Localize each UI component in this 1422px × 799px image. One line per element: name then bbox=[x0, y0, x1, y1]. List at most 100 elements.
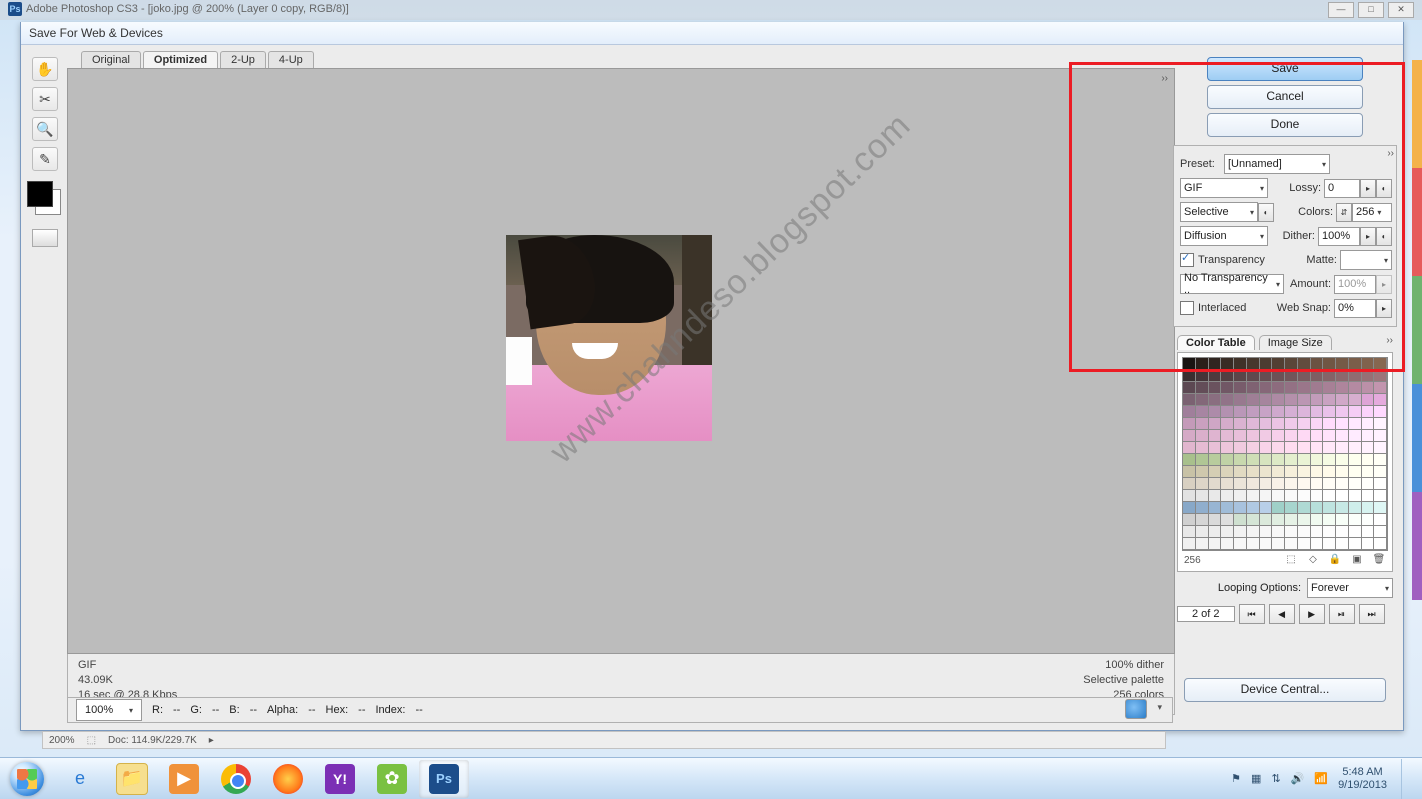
color-swatch-cell[interactable] bbox=[1336, 490, 1349, 502]
ct-snap-icon[interactable]: ⬚ bbox=[1284, 554, 1298, 566]
color-swatch-cell[interactable] bbox=[1183, 466, 1196, 478]
color-swatch-cell[interactable] bbox=[1374, 514, 1387, 526]
tab-4up[interactable]: 4-Up bbox=[268, 51, 314, 68]
play-button[interactable]: ▶ bbox=[1299, 604, 1325, 624]
color-swatch-cell[interactable] bbox=[1336, 502, 1349, 514]
color-table-grid[interactable] bbox=[1182, 357, 1388, 551]
dither-method-select[interactable]: Diffusion bbox=[1180, 226, 1268, 246]
color-swatch-cell[interactable] bbox=[1183, 370, 1196, 382]
color-swatch-cell[interactable] bbox=[1221, 466, 1234, 478]
color-swatch-cell[interactable] bbox=[1311, 394, 1324, 406]
color-swatch-cell[interactable] bbox=[1183, 394, 1196, 406]
tray-wifi-icon[interactable]: 📶 bbox=[1314, 772, 1328, 785]
color-swatch-cell[interactable] bbox=[1323, 382, 1336, 394]
color-swatch-cell[interactable] bbox=[1349, 490, 1362, 502]
color-swatch-cell[interactable] bbox=[1323, 478, 1336, 490]
color-swatch-cell[interactable] bbox=[1234, 430, 1247, 442]
color-swatch-cell[interactable] bbox=[1298, 538, 1311, 550]
color-swatch-cell[interactable] bbox=[1260, 478, 1273, 490]
color-swatch-cell[interactable] bbox=[1183, 454, 1196, 466]
color-swatch-cell[interactable] bbox=[1247, 442, 1260, 454]
color-swatch-cell[interactable] bbox=[1349, 430, 1362, 442]
color-swatch-cell[interactable] bbox=[1298, 430, 1311, 442]
color-swatch-cell[interactable] bbox=[1183, 382, 1196, 394]
color-swatch-cell[interactable] bbox=[1234, 442, 1247, 454]
color-swatch-cell[interactable] bbox=[1272, 430, 1285, 442]
color-swatch-cell[interactable] bbox=[1234, 514, 1247, 526]
color-swatch-cell[interactable] bbox=[1336, 514, 1349, 526]
color-swatch-cell[interactable] bbox=[1374, 490, 1387, 502]
color-swatch-cell[interactable] bbox=[1298, 358, 1311, 370]
color-swatch-cell[interactable] bbox=[1209, 382, 1222, 394]
eyedropper-tool-icon[interactable]: ✎ bbox=[32, 147, 58, 171]
taskbar-corel[interactable]: ✿ bbox=[367, 760, 417, 798]
color-swatch-cell[interactable] bbox=[1260, 526, 1273, 538]
color-swatch-cell[interactable] bbox=[1311, 382, 1324, 394]
color-swatch-cell[interactable] bbox=[1323, 526, 1336, 538]
color-swatch-cell[interactable] bbox=[1272, 442, 1285, 454]
color-swatch-cell[interactable] bbox=[1285, 430, 1298, 442]
maximize-button[interactable]: □ bbox=[1358, 2, 1384, 18]
color-swatch-cell[interactable] bbox=[1196, 442, 1209, 454]
done-button[interactable]: Done bbox=[1207, 113, 1363, 137]
color-swatch-cell[interactable] bbox=[1183, 502, 1196, 514]
color-swatch-cell[interactable] bbox=[1272, 502, 1285, 514]
color-swatch-cell[interactable] bbox=[1298, 490, 1311, 502]
color-swatch-cell[interactable] bbox=[1196, 490, 1209, 502]
color-swatch-cell[interactable] bbox=[1349, 418, 1362, 430]
color-swatch-cell[interactable] bbox=[1362, 370, 1375, 382]
color-swatch-cell[interactable] bbox=[1196, 526, 1209, 538]
color-swatch-cell[interactable] bbox=[1234, 394, 1247, 406]
color-swatch-cell[interactable] bbox=[1362, 418, 1375, 430]
panel-flyout-icon[interactable]: ›› bbox=[1386, 335, 1393, 350]
color-swatch-cell[interactable] bbox=[1298, 442, 1311, 454]
color-swatch-cell[interactable] bbox=[1349, 466, 1362, 478]
taskbar-media-player[interactable]: ▶ bbox=[159, 760, 209, 798]
color-swatch-cell[interactable] bbox=[1311, 514, 1324, 526]
color-swatch-cell[interactable] bbox=[1362, 502, 1375, 514]
color-swatch-cell[interactable] bbox=[1234, 478, 1247, 490]
color-swatch-cell[interactable] bbox=[1349, 514, 1362, 526]
color-swatch-cell[interactable] bbox=[1285, 382, 1298, 394]
interlaced-checkbox[interactable] bbox=[1180, 301, 1194, 315]
color-swatch-cell[interactable] bbox=[1298, 406, 1311, 418]
color-swatch-cell[interactable] bbox=[1285, 490, 1298, 502]
color-swatch-cell[interactable] bbox=[1260, 358, 1273, 370]
tab-2up[interactable]: 2-Up bbox=[220, 51, 266, 68]
color-swatch-cell[interactable] bbox=[1311, 442, 1324, 454]
color-swatch-cell[interactable] bbox=[1209, 514, 1222, 526]
color-swatch-cell[interactable] bbox=[1221, 430, 1234, 442]
color-swatch-cell[interactable] bbox=[1196, 394, 1209, 406]
color-swatch-cell[interactable] bbox=[1209, 370, 1222, 382]
color-swatch-cell[interactable] bbox=[1336, 442, 1349, 454]
color-swatch-cell[interactable] bbox=[1336, 394, 1349, 406]
color-swatch-cell[interactable] bbox=[1298, 526, 1311, 538]
color-swatch-cell[interactable] bbox=[1221, 454, 1234, 466]
color-swatch-cell[interactable] bbox=[1362, 406, 1375, 418]
color-swatch-cell[interactable] bbox=[1260, 406, 1273, 418]
close-button[interactable]: ✕ bbox=[1388, 2, 1414, 18]
transparency-dither-select[interactable]: No Transparency .. bbox=[1180, 274, 1284, 294]
color-swatch-cell[interactable] bbox=[1234, 502, 1247, 514]
color-swatch-cell[interactable] bbox=[1183, 406, 1196, 418]
color-swatch-cell[interactable] bbox=[1349, 382, 1362, 394]
color-swatch-cell[interactable] bbox=[1323, 454, 1336, 466]
zoom-select[interactable]: 100% bbox=[76, 699, 142, 721]
color-swatch-cell[interactable] bbox=[1247, 418, 1260, 430]
color-swatch-cell[interactable] bbox=[1374, 466, 1387, 478]
color-swatch-cell[interactable] bbox=[1209, 478, 1222, 490]
color-swatch-cell[interactable] bbox=[1374, 382, 1387, 394]
color-swatch-cell[interactable] bbox=[1374, 526, 1387, 538]
next-frame-button[interactable]: ⏯ bbox=[1329, 604, 1355, 624]
color-swatch-cell[interactable] bbox=[1323, 358, 1336, 370]
color-swatch-cell[interactable] bbox=[1374, 478, 1387, 490]
color-swatch-cell[interactable] bbox=[1298, 418, 1311, 430]
color-swatch-cell[interactable] bbox=[1323, 394, 1336, 406]
color-swatch-cell[interactable] bbox=[1247, 514, 1260, 526]
prev-frame-button[interactable]: ◀ bbox=[1269, 604, 1295, 624]
color-swatch-cell[interactable] bbox=[1298, 370, 1311, 382]
color-swatch-cell[interactable] bbox=[1234, 358, 1247, 370]
color-swatch-cell[interactable] bbox=[1374, 454, 1387, 466]
color-swatch-cell[interactable] bbox=[1362, 526, 1375, 538]
color-swatch-cell[interactable] bbox=[1247, 490, 1260, 502]
